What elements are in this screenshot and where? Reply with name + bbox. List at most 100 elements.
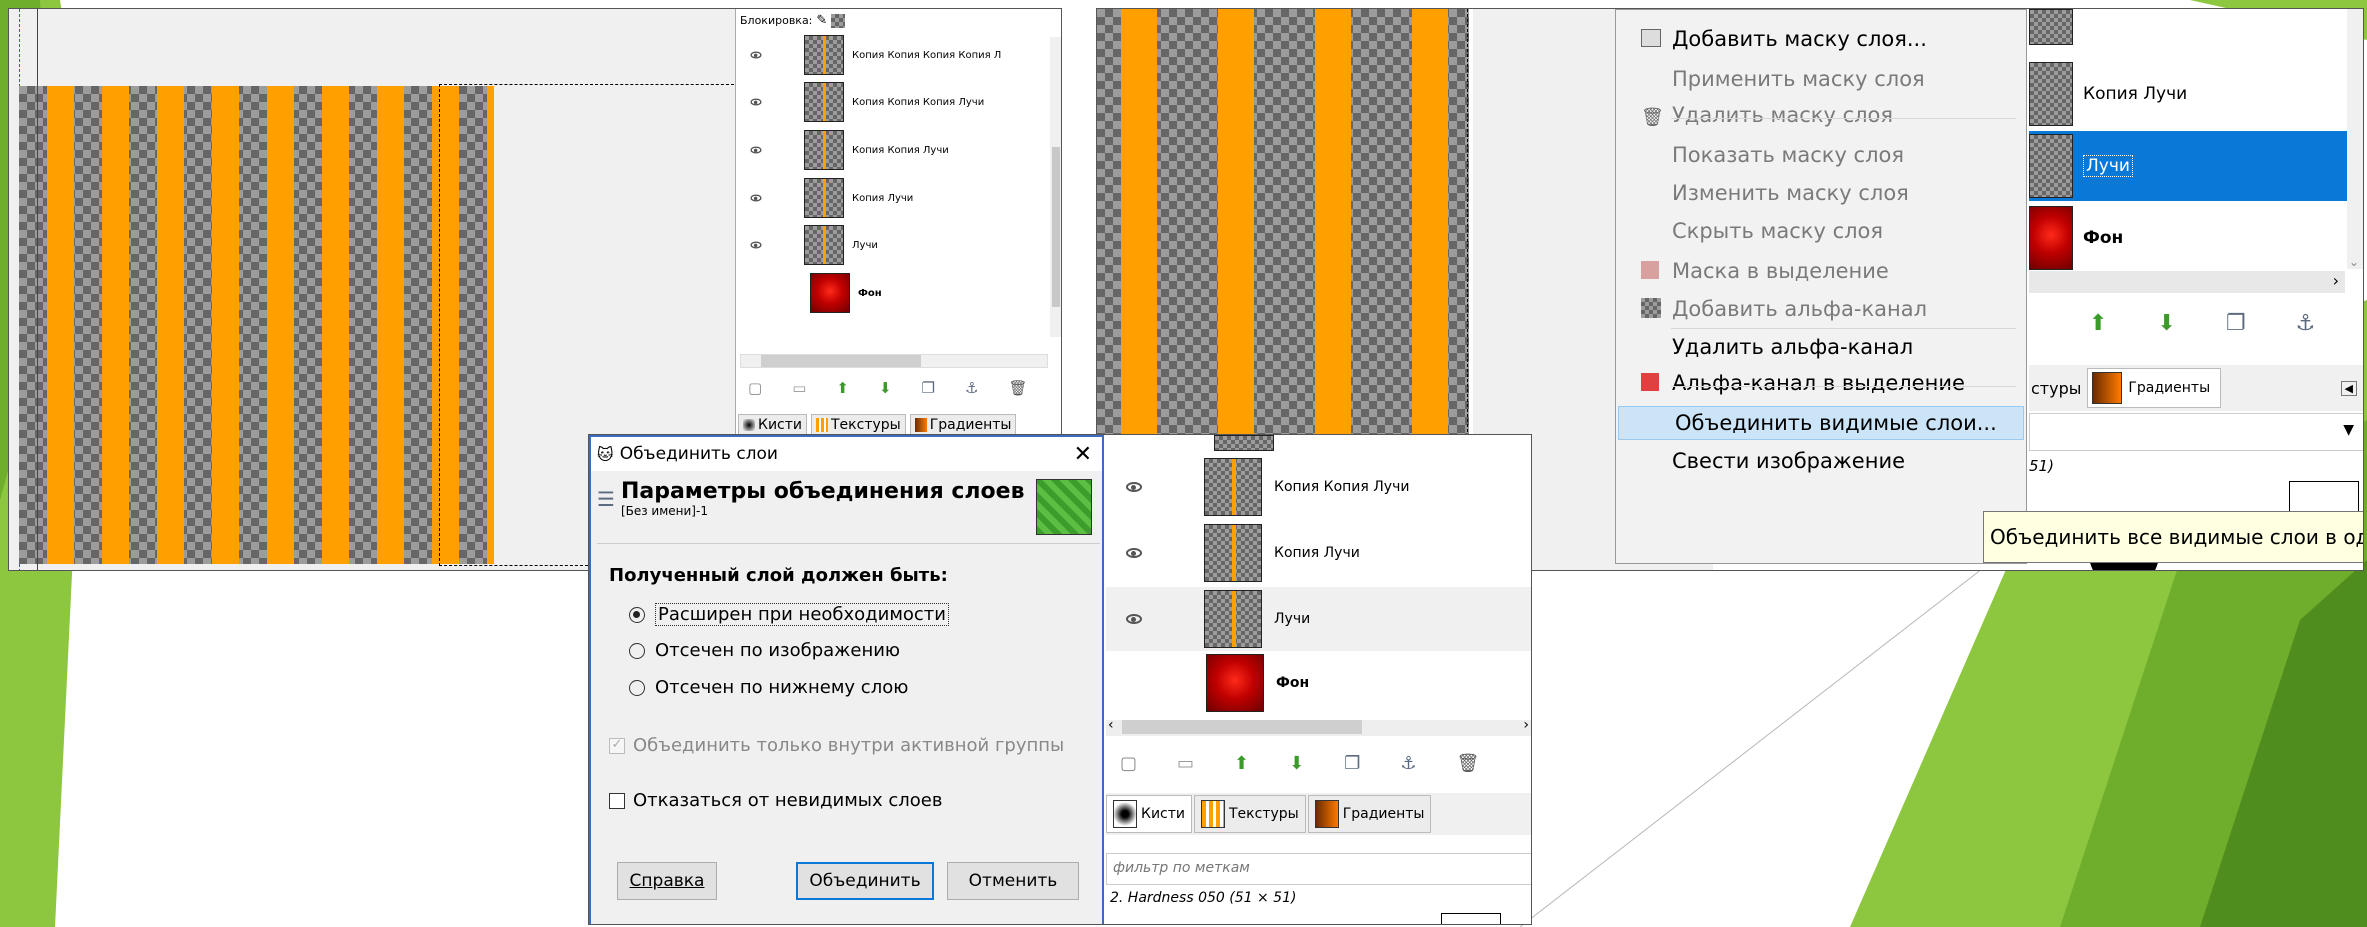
- tab-menu-icon[interactable]: ◀: [2340, 380, 2357, 396]
- duplicate-layer-icon[interactable]: ❐: [1344, 753, 1360, 774]
- raise-layer-icon[interactable]: ⬆: [1234, 753, 1249, 774]
- menu-item[interactable]: Удалить альфа-канал: [1616, 330, 2026, 364]
- merge-option-radio[interactable]: Отсечен по изображению: [629, 640, 900, 661]
- layer-thumbnail: [810, 273, 850, 313]
- gimp-icon: 🐱: [597, 444, 614, 464]
- trash-icon[interactable]: 🗑: [1457, 753, 1480, 774]
- menu-item[interactable]: Скрыть маску слоя: [1616, 214, 2026, 248]
- layer-row[interactable]: Лучи: [2029, 131, 2363, 201]
- scroll-down-icon[interactable]: ⌄: [2349, 255, 2359, 269]
- layer-thumbnail: [1206, 654, 1264, 712]
- folder-icon[interactable]: ▭: [792, 379, 806, 397]
- layer-row[interactable]: Копия Копия Копия Копия Л: [736, 33, 1061, 77]
- menu-item[interactable]: Объединить видимые слои...: [1618, 406, 2024, 440]
- lower-layer-icon[interactable]: ⬇: [2157, 311, 2175, 336]
- help-button[interactable]: Справка: [617, 862, 717, 900]
- brush-info: 2. Hardness 050 (51 × 51): [1110, 890, 1297, 906]
- eye-icon[interactable]: [750, 51, 762, 59]
- tab-gradients[interactable]: Градиенты: [2087, 368, 2222, 408]
- folder-icon[interactable]: ▭: [1177, 753, 1194, 774]
- menu-item[interactable]: Добавить маску слоя...: [1616, 22, 2026, 56]
- eye-icon[interactable]: [750, 241, 762, 249]
- layer-row[interactable]: Копия Лучи: [1106, 521, 1531, 585]
- layer-row[interactable]: Лучи: [1106, 587, 1531, 651]
- tab-brushes[interactable]: Кисти: [1106, 795, 1192, 833]
- tab-patterns[interactable]: Текстуры: [1194, 795, 1306, 833]
- layer-row[interactable]: Фон: [2029, 203, 2363, 273]
- menu-item[interactable]: Добавить альфа-канал: [1616, 292, 2026, 326]
- merge-button[interactable]: Объединить: [796, 862, 934, 900]
- scroll-right-icon[interactable]: ›: [2333, 271, 2339, 290]
- layer-name: Фон: [858, 287, 882, 299]
- eye-icon[interactable]: [1126, 548, 1142, 558]
- brush-lock-icon[interactable]: ✎: [816, 13, 827, 28]
- mask-selection-icon: [1641, 260, 1663, 282]
- menu-item[interactable]: Маска в выделение: [1616, 254, 2026, 288]
- brush-icon: [1113, 800, 1137, 828]
- h-scrollbar[interactable]: [740, 354, 1048, 368]
- lower-layer-icon[interactable]: ⬇: [1289, 753, 1304, 774]
- h-scrollbar-2[interactable]: ‹ ›: [1106, 717, 1531, 736]
- tab-brushes[interactable]: Кисти: [738, 414, 807, 436]
- eye-icon[interactable]: [750, 146, 762, 154]
- raise-layer-icon[interactable]: ⬆: [2089, 311, 2107, 336]
- menu-item[interactable]: Свести изображение: [1616, 444, 2026, 478]
- alpha-lock-icon[interactable]: [831, 13, 846, 28]
- tab-gradients[interactable]: Градиенты: [909, 414, 1017, 436]
- trash-icon[interactable]: 🗑: [1008, 379, 1027, 397]
- new-layer-icon[interactable]: ▢: [748, 379, 762, 397]
- layer-row[interactable]: Фон: [736, 271, 1061, 315]
- tag-filter-input[interactable]: фильтр по меткам: [1106, 853, 1531, 885]
- anchor-icon[interactable]: ⚓: [1400, 753, 1416, 774]
- anchor-icon[interactable]: ⚓: [2296, 311, 2316, 336]
- pattern-icon: [816, 418, 828, 432]
- menu-item[interactable]: 🗑 Удалить маску слоя: [1616, 98, 2026, 132]
- lower-layer-icon[interactable]: ⬇: [879, 379, 892, 397]
- eye-icon[interactable]: [750, 194, 762, 202]
- tab-patterns[interactable]: Текстуры: [811, 414, 906, 436]
- anchor-icon[interactable]: ⚓: [965, 379, 978, 397]
- filter-dropdown[interactable]: ▼: [2029, 413, 2363, 451]
- layer-row[interactable]: Копия Копия Лучи: [736, 128, 1061, 172]
- merge-option-radio[interactable]: Расширен при необходимости: [629, 603, 949, 626]
- scroll-right-icon[interactable]: ›: [1523, 717, 1529, 733]
- duplicate-layer-icon[interactable]: ❐: [2226, 311, 2246, 336]
- merge-option-radio[interactable]: Отсечен по нижнему слою: [629, 677, 908, 698]
- eye-icon[interactable]: [1126, 614, 1142, 624]
- layer-row[interactable]: Копия Лучи: [2029, 59, 2363, 129]
- layer-row[interactable]: Копия Лучи: [736, 176, 1061, 220]
- new-layer-icon[interactable]: ▢: [1120, 753, 1137, 774]
- layers-scrollbar[interactable]: [1050, 37, 1061, 337]
- cancel-button[interactable]: Отменить: [947, 862, 1079, 900]
- eye-icon[interactable]: [750, 98, 762, 106]
- layer-row[interactable]: Лучи: [736, 223, 1061, 267]
- menu-item[interactable]: Показать маску слоя: [1616, 138, 2026, 172]
- eye-icon[interactable]: [1126, 482, 1142, 492]
- menu-item[interactable]: Изменить маску слоя: [1616, 176, 2026, 210]
- menu-item[interactable]: Альфа-канал в выделение: [1616, 366, 2026, 400]
- layer-thumbnail: [2029, 9, 2073, 45]
- close-icon[interactable]: ✕: [1074, 442, 1092, 467]
- h-scrollbar-3[interactable]: ›: [2029, 271, 2345, 293]
- alpha-add-icon: [1641, 298, 1663, 320]
- layer-row[interactable]: Копия Копия Лучи: [1106, 455, 1531, 519]
- layer-thumbnail: [804, 130, 844, 170]
- layers3-scrollbar[interactable]: ⌄: [2347, 9, 2363, 269]
- layer-row[interactable]: Фон: [1106, 651, 1531, 715]
- duplicate-layer-icon[interactable]: ❐: [922, 379, 935, 397]
- raise-layer-icon[interactable]: ⬆: [836, 379, 849, 397]
- layer-name: Лучи: [1274, 611, 1311, 627]
- dialog-titlebar: 🐱 Объединить слои ✕: [591, 437, 1102, 471]
- scroll-left-icon[interactable]: ‹: [1108, 717, 1114, 733]
- image-preview: [1036, 479, 1092, 535]
- layer-row[interactable]: Копия Копия Копия Лучи: [736, 80, 1061, 124]
- tab-patterns[interactable]: стуры: [2029, 379, 2081, 398]
- chevron-down-icon[interactable]: ▼: [2343, 422, 2354, 438]
- menu-separator: [1671, 386, 2016, 387]
- radio-icon: [629, 642, 645, 659]
- layers-dock-3: Копия ЛучиЛучиФон ⌄ › ⬆ ⬇ ❐ ⚓ 🗑 стуры Гр…: [2029, 9, 2363, 570]
- menu-item[interactable]: Применить маску слоя: [1616, 62, 2026, 96]
- tab-gradients[interactable]: Градиенты: [1307, 795, 1432, 833]
- discard-invisible-checkbox[interactable]: Отказаться от невидимых слоев: [609, 790, 942, 811]
- gradient-icon: [2092, 372, 2123, 404]
